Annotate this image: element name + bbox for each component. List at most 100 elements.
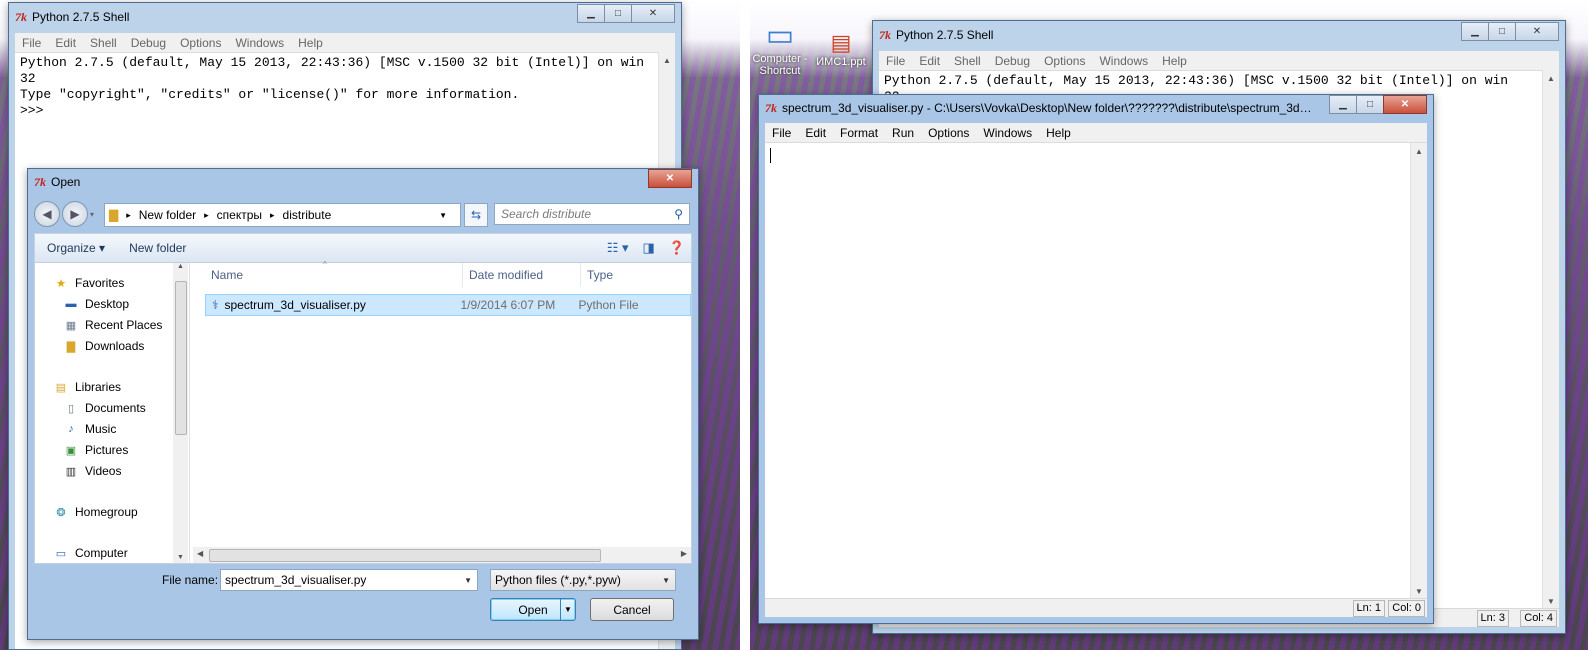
recent-pages-dropdown-icon[interactable]: ▾ (90, 210, 94, 219)
hscroll-thumb[interactable] (209, 549, 601, 562)
nav-libraries[interactable]: ▤ Libraries (53, 377, 121, 397)
powerpoint-file-icon: ▤ (830, 30, 852, 55)
address-bar[interactable]: ▇ ▸ New folder ▸ спектры ▸ distribute ▼ (104, 203, 461, 227)
open-button[interactable]: Open ▼ (490, 598, 576, 621)
preview-pane-icon[interactable]: ◨ (643, 240, 655, 256)
back-button[interactable]: ◀ (34, 201, 60, 227)
menu-shell[interactable]: Shell (83, 36, 124, 50)
scroll-right-arrow[interactable]: ▶ (681, 549, 687, 558)
nav-desktop[interactable]: ▬ Desktop (63, 294, 130, 314)
menu-edit[interactable]: Edit (912, 54, 947, 68)
libraries-icon: ▤ (55, 381, 67, 394)
menu-debug[interactable]: Debug (988, 54, 1037, 68)
menu-run[interactable]: Run (885, 126, 921, 140)
close-button[interactable]: ✕ (1383, 95, 1427, 114)
editor-window[interactable]: 7k spectrum_3d_visualiser.py - C:\Users\… (758, 94, 1434, 624)
nav-scrollbar[interactable]: ▲ ▼ (173, 263, 188, 563)
desktop-icon-ppt[interactable]: ▤ ИМС1.ppt (812, 30, 870, 68)
close-button[interactable]: ✕ (1515, 22, 1559, 41)
file-name-input[interactable]: spectrum_3d_visualiser.py ▼ (220, 569, 478, 591)
breadcrumb-distribute[interactable]: distribute (283, 208, 332, 222)
cancel-button[interactable]: Cancel (590, 598, 674, 621)
nav-recent-places[interactable]: ▦ Recent Places (63, 315, 163, 335)
scroll-up-arrow[interactable]: ▲ (1543, 70, 1559, 86)
shell-line: Type "copyright", "credits" or "license(… (20, 87, 520, 102)
menu-help[interactable]: Help (291, 36, 330, 50)
menu-file[interactable]: File (15, 36, 48, 50)
scroll-down-arrow[interactable]: ▼ (173, 554, 188, 561)
menu-format[interactable]: Format (833, 126, 885, 140)
dropdown-arrow-icon[interactable]: ▼ (464, 576, 472, 585)
menu-shell[interactable]: Shell (947, 54, 988, 68)
nav-scroll-thumb[interactable] (175, 281, 187, 435)
open-split-arrow-icon[interactable]: ▼ (560, 599, 575, 620)
nav-pictures[interactable]: ▣ Pictures (63, 440, 129, 460)
nav-computer[interactable]: ▭ Computer (53, 543, 128, 563)
column-label: Name (211, 268, 244, 282)
menu-edit[interactable]: Edit (48, 36, 83, 50)
videos-icon: ▥ (65, 465, 77, 478)
breadcrumb-spectra[interactable]: спектры (217, 208, 262, 222)
nav-music[interactable]: ♪ Music (63, 419, 116, 439)
minimize-button[interactable]: ▁ (1329, 95, 1357, 114)
menu-windows[interactable]: Windows (228, 36, 291, 50)
column-header-date[interactable]: Date modified (463, 263, 581, 287)
nav-downloads[interactable]: ▇ Downloads (63, 336, 145, 356)
menu-edit[interactable]: Edit (798, 126, 833, 140)
scroll-left-arrow[interactable]: ◀ (197, 549, 203, 558)
scroll-up-arrow[interactable]: ▲ (173, 263, 188, 270)
file-list-hscrollbar[interactable]: ◀ ▶ (193, 547, 691, 563)
scroll-down-arrow[interactable]: ▼ (1411, 583, 1427, 599)
new-folder-button[interactable]: New folder (117, 241, 198, 255)
column-header-type[interactable]: Type (581, 263, 691, 287)
forward-button[interactable]: ▶ (62, 201, 88, 227)
editor-scrollbar[interactable]: ▲ ▼ (1410, 143, 1427, 599)
nav-favorites[interactable]: ★ Favorites (53, 273, 124, 293)
menu-help[interactable]: Help (1155, 54, 1194, 68)
help-icon[interactable]: ❓ (669, 240, 685, 256)
breadcrumb-new-folder[interactable]: New folder (139, 208, 196, 222)
open-dialog[interactable]: 7k Open ✕ ◀ ▶ ▾ ▇ ▸ New folder ▸ спектры… (27, 168, 699, 640)
menu-options[interactable]: Options (173, 36, 228, 50)
menu-windows[interactable]: Windows (976, 126, 1039, 140)
menu-debug[interactable]: Debug (124, 36, 173, 50)
shell-titlebar[interactable]: 7k Python 2.7.5 Shell ▁ □ ✕ (873, 21, 1565, 49)
menu-windows[interactable]: Windows (1092, 54, 1155, 68)
editor-text-area[interactable] (765, 143, 1411, 599)
scroll-down-arrow[interactable]: ▼ (1543, 593, 1559, 609)
search-input[interactable]: Search distribute ⚲ (494, 203, 690, 225)
desktop-icon-computer[interactable]: ▭ Computer - Shortcut (750, 18, 810, 77)
refresh-button[interactable]: ⇆ (464, 203, 488, 227)
close-button[interactable]: ✕ (631, 4, 675, 23)
file-type-select[interactable]: Python files (*.py,*.pyw) ▼ (490, 569, 676, 591)
view-options-icon[interactable]: ☷ ▾ (607, 240, 629, 256)
file-row[interactable]: ⚕ spectrum_3d_visualiser.py 1/9/2014 6:0… (205, 294, 691, 316)
maximize-button[interactable]: □ (1488, 22, 1516, 41)
dropdown-arrow-icon[interactable]: ▼ (662, 576, 670, 585)
shell-titlebar[interactable]: 7k Python 2.7.5 Shell ▁ □ ✕ (9, 3, 681, 31)
menu-file[interactable]: File (879, 54, 912, 68)
shell-text-area[interactable]: Python 2.7.5 (default, May 15 2013, 22:4… (15, 53, 675, 121)
nav-label: Downloads (85, 339, 145, 353)
column-header-name[interactable]: Name (205, 263, 463, 287)
scroll-up-arrow[interactable]: ▲ (659, 52, 675, 68)
editor-titlebar[interactable]: 7k spectrum_3d_visualiser.py - C:\Users\… (759, 95, 1433, 121)
dialog-titlebar[interactable]: 7k Open ✕ (28, 169, 698, 195)
nav-homegroup[interactable]: ❂ Homegroup (53, 502, 137, 522)
scroll-up-arrow[interactable]: ▲ (1411, 143, 1427, 159)
menu-options[interactable]: Options (1037, 54, 1092, 68)
maximize-button[interactable]: □ (604, 4, 632, 23)
nav-videos[interactable]: ▥ Videos (63, 461, 122, 481)
address-dropdown-icon[interactable]: ▼ (439, 211, 447, 220)
shell-scrollbar[interactable]: ▲ ▼ (1542, 70, 1559, 609)
nav-documents[interactable]: ▯ Documents (63, 398, 146, 418)
menu-help[interactable]: Help (1039, 126, 1078, 140)
menu-file[interactable]: File (765, 126, 798, 140)
close-button[interactable]: ✕ (648, 169, 692, 188)
minimize-button[interactable]: ▁ (577, 4, 605, 23)
minimize-button[interactable]: ▁ (1461, 22, 1489, 41)
maximize-button[interactable]: □ (1356, 95, 1384, 114)
organize-button[interactable]: Organize ▾ (35, 241, 117, 255)
file-name: spectrum_3d_visualiser.py (224, 298, 366, 312)
menu-options[interactable]: Options (921, 126, 976, 140)
